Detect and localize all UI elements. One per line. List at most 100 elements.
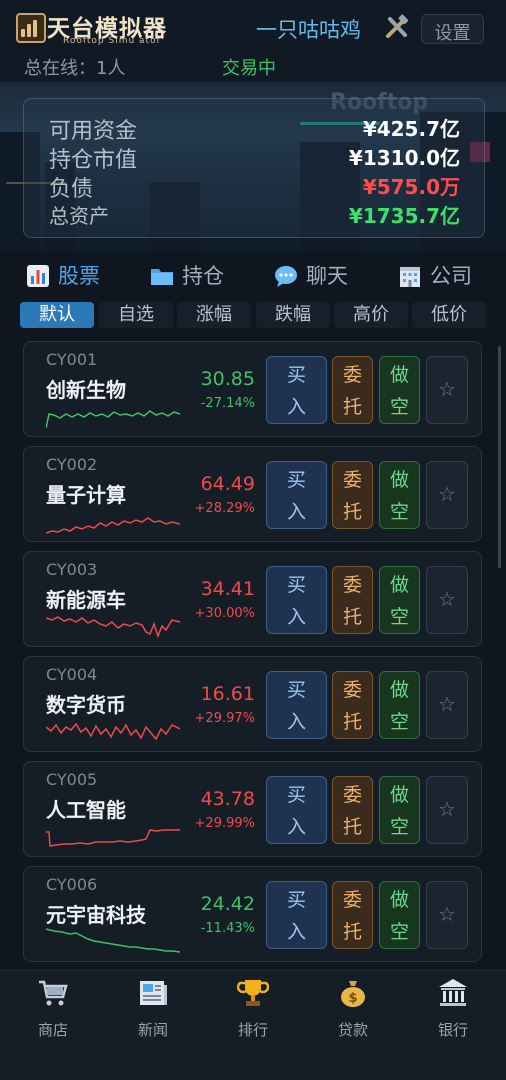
- order-label-2: 托: [342, 606, 362, 628]
- office-building-icon: [400, 267, 420, 287]
- stock-change: -27.14%: [200, 396, 255, 411]
- short-label-1: 做: [389, 364, 409, 386]
- stock-name: 元宇宙科技: [46, 903, 146, 927]
- stock-code: CY004: [46, 665, 98, 684]
- settings-button[interactable]: 设置: [421, 14, 484, 44]
- order-button[interactable]: 委托: [332, 671, 373, 739]
- buy-button[interactable]: 买入: [266, 566, 327, 634]
- stock-card[interactable]: CY004 数字货币 16.61 +29.97% 买入 委托 做空 ☆: [23, 656, 482, 752]
- stock-name: 量子计算: [46, 483, 126, 507]
- buy-label-2: 入: [286, 606, 306, 628]
- favorite-star-icon[interactable]: ☆: [426, 461, 468, 529]
- favorite-star-icon[interactable]: ☆: [426, 356, 468, 424]
- filter-gainers[interactable]: 涨幅: [177, 302, 251, 328]
- favorite-star-icon[interactable]: ☆: [426, 671, 468, 739]
- nav-loan[interactable]: $ 贷款: [303, 975, 403, 1045]
- stock-change: +29.97%: [194, 711, 255, 726]
- tools-icon[interactable]: [383, 13, 411, 41]
- stock-sparkline: [46, 722, 180, 741]
- buy-button[interactable]: 买入: [266, 356, 327, 424]
- stock-code: CY003: [46, 560, 98, 579]
- buy-label-1: 买: [286, 364, 306, 386]
- list-scrollbar[interactable]: [498, 346, 501, 568]
- stock-price: 34.41: [200, 578, 255, 600]
- short-button[interactable]: 做空: [379, 671, 420, 739]
- stock-sparkline: [46, 829, 180, 847]
- buy-button[interactable]: 买入: [266, 881, 327, 949]
- favorite-star-icon[interactable]: ☆: [426, 566, 468, 634]
- app-subtitle: Rooftop Simu ator: [63, 36, 162, 46]
- tab-company-label: 公司: [430, 264, 472, 288]
- order-button[interactable]: 委托: [332, 356, 373, 424]
- tab-holdings-label: 持仓: [182, 264, 224, 288]
- stock-card[interactable]: CY006 元宇宙科技 24.42 -11.43% 买入 委托 做空 ☆: [23, 866, 482, 962]
- short-button[interactable]: 做空: [379, 356, 420, 424]
- buy-button[interactable]: 买入: [266, 776, 327, 844]
- stock-card[interactable]: CY001 创新生物 30.85 -27.14% 买入 委托 做空 ☆: [23, 341, 482, 437]
- order-button[interactable]: 委托: [332, 776, 373, 844]
- filter-low-price[interactable]: 低价: [412, 302, 486, 328]
- favorite-star-icon[interactable]: ☆: [426, 776, 468, 844]
- stock-card[interactable]: CY002 量子计算 64.49 +28.29% 买入 委托 做空 ☆: [23, 446, 482, 542]
- stock-name: 数字货币: [46, 693, 126, 717]
- cash-label: 可用资金: [49, 119, 138, 144]
- debt-value: ¥575.0万: [362, 175, 460, 199]
- nav-shop-label: 商店: [37, 1021, 68, 1039]
- stock-card[interactable]: CY003 新能源车 34.41 +30.00% 买入 委托 做空 ☆: [23, 551, 482, 647]
- logo-chart-icon: [16, 13, 46, 43]
- trading-status: 交易中: [222, 58, 276, 79]
- short-button[interactable]: 做空: [379, 461, 420, 529]
- bar-chart-icon: [27, 265, 49, 287]
- stock-change: +30.00%: [194, 606, 255, 621]
- tab-stocks[interactable]: 股票: [26, 260, 126, 292]
- buy-button[interactable]: 买入: [266, 671, 327, 739]
- stock-change: +29.99%: [194, 816, 255, 831]
- stock-sparkline: [46, 928, 180, 953]
- nav-ranking-label: 排行: [237, 1021, 268, 1039]
- total-label: 总资产: [49, 204, 109, 228]
- app-root: 天台模拟器 Rooftop Simu ator 一只咕咕鸡 设置 总在线：1人 …: [0, 0, 506, 1080]
- short-label-1: 做: [389, 679, 409, 701]
- short-label-1: 做: [389, 574, 409, 596]
- filter-losers[interactable]: 跌幅: [256, 302, 330, 328]
- username[interactable]: 一只咕咕鸡: [256, 14, 361, 44]
- nav-bank[interactable]: 银行: [403, 975, 503, 1045]
- tab-chat[interactable]: 聊天: [274, 260, 374, 292]
- short-label-2: 空: [389, 711, 409, 733]
- short-label-2: 空: [389, 921, 409, 943]
- stock-card[interactable]: CY005 人工智能 43.78 +29.99% 买入 委托 做空 ☆: [23, 761, 482, 857]
- tab-chat-label: 聊天: [306, 264, 348, 288]
- stock-sparkline: [46, 517, 180, 534]
- nav-ranking[interactable]: 排行: [203, 975, 303, 1045]
- tab-company[interactable]: 公司: [398, 260, 498, 292]
- status-row: 总在线：1人 交易中: [0, 50, 506, 82]
- stock-name: 创新生物: [46, 378, 126, 402]
- order-label-2: 托: [342, 501, 362, 523]
- filter-favorites[interactable]: 自选: [99, 302, 173, 328]
- nav-loan-label: 贷款: [337, 1021, 368, 1039]
- order-button[interactable]: 委托: [332, 461, 373, 529]
- tab-holdings[interactable]: 持仓: [150, 260, 250, 292]
- order-label-2: 托: [342, 396, 362, 418]
- holdings-label: 持仓市值: [49, 148, 138, 173]
- order-label-1: 委: [342, 574, 362, 596]
- short-button[interactable]: 做空: [379, 776, 420, 844]
- nav-news[interactable]: 新闻: [103, 975, 203, 1045]
- top-bar: 天台模拟器 Rooftop Simu ator 一只咕咕鸡 设置: [0, 0, 506, 50]
- app-logo: 天台模拟器 Rooftop Simu ator: [14, 8, 174, 48]
- order-button[interactable]: 委托: [332, 881, 373, 949]
- short-button[interactable]: 做空: [379, 881, 420, 949]
- filter-high-price[interactable]: 高价: [334, 302, 408, 328]
- short-label-1: 做: [389, 889, 409, 911]
- total-value: ¥1735.7亿: [348, 204, 460, 228]
- order-button[interactable]: 委托: [332, 566, 373, 634]
- buy-button[interactable]: 买入: [266, 461, 327, 529]
- cash-value: ¥425.7亿: [362, 117, 460, 141]
- filter-default[interactable]: 默认: [20, 302, 94, 328]
- favorite-star-icon[interactable]: ☆: [426, 881, 468, 949]
- stock-code: CY002: [46, 455, 98, 474]
- nav-shop[interactable]: 商店: [3, 975, 103, 1045]
- trophy-icon: [237, 980, 269, 1006]
- buy-label-2: 入: [286, 396, 306, 418]
- short-button[interactable]: 做空: [379, 566, 420, 634]
